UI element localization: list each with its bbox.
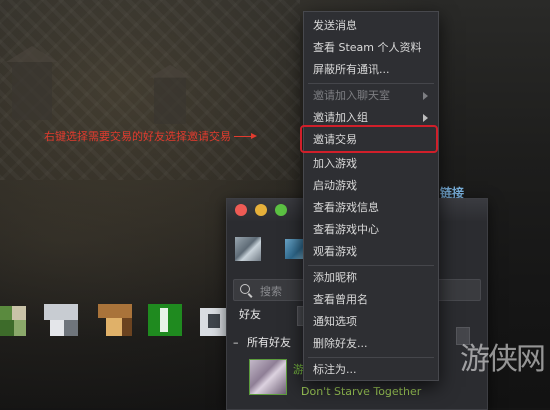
background-hut [149,64,191,124]
menu-separator [308,265,434,266]
menu-item-invite-chat[interactable]: 邀请加入聊天室 [304,85,438,107]
menu-item-watch-game[interactable]: 观看游戏 [304,241,438,263]
menu-separator [308,83,434,84]
menu-item-launch-game[interactable]: 启动游戏 [304,175,438,197]
submenu-arrow-icon [423,114,428,122]
highlight-box [300,125,438,153]
avatar[interactable] [44,302,78,338]
menu-item-notification-options[interactable]: 通知选项 [304,311,438,333]
arrow-right-icon [234,132,257,139]
friend-game: Don't Starve Together [301,385,422,398]
tab-friends[interactable]: 好友 [233,304,261,326]
maximize-window-button[interactable] [275,204,287,216]
watermark-logo: 游侠网 [460,342,546,377]
search-icon [240,284,250,294]
group-label: 所有好友 [247,336,291,349]
menu-item-add-nickname[interactable]: 添加昵称 [304,267,438,289]
collapse-icon[interactable]: – [233,333,247,353]
instruction-text: 右键选择需要交易的好友选择邀请交易 [44,130,231,143]
menu-item-view-game-hub[interactable]: 查看游戏中心 [304,219,438,241]
background-hut [6,46,58,120]
friend-context-menu: 发送消息 查看 Steam 个人资料 屏蔽所有通讯... 邀请加入聊天室 邀请加… [303,11,439,381]
submenu-arrow-icon [423,92,428,100]
minimize-window-button[interactable] [255,204,267,216]
menu-item-tag-as[interactable]: 标注为... [304,359,438,381]
instruction-annotation: 右键选择需要交易的好友选择邀请交易 [44,128,257,144]
friend-avatar-strip [0,302,240,342]
user-avatar[interactable] [235,237,261,261]
menu-separator [308,357,434,358]
avatar[interactable] [98,302,132,338]
search-placeholder: 搜索 [260,285,282,298]
avatar[interactable] [148,302,182,338]
menu-item-remove-friend[interactable]: 删除好友... [304,333,438,355]
friend-avatar[interactable] [249,359,287,395]
menu-item-view-game-info[interactable]: 查看游戏信息 [304,197,438,219]
menu-item-send-message[interactable]: 发送消息 [304,15,438,37]
close-window-button[interactable] [235,204,247,216]
avatar[interactable] [0,302,34,338]
menu-item-join-game[interactable]: 加入游戏 [304,153,438,175]
menu-item-block-communication[interactable]: 屏蔽所有通讯... [304,59,438,81]
menu-item-view-past-names[interactable]: 查看曾用名 [304,289,438,311]
menu-item-view-profile[interactable]: 查看 Steam 个人资料 [304,37,438,59]
